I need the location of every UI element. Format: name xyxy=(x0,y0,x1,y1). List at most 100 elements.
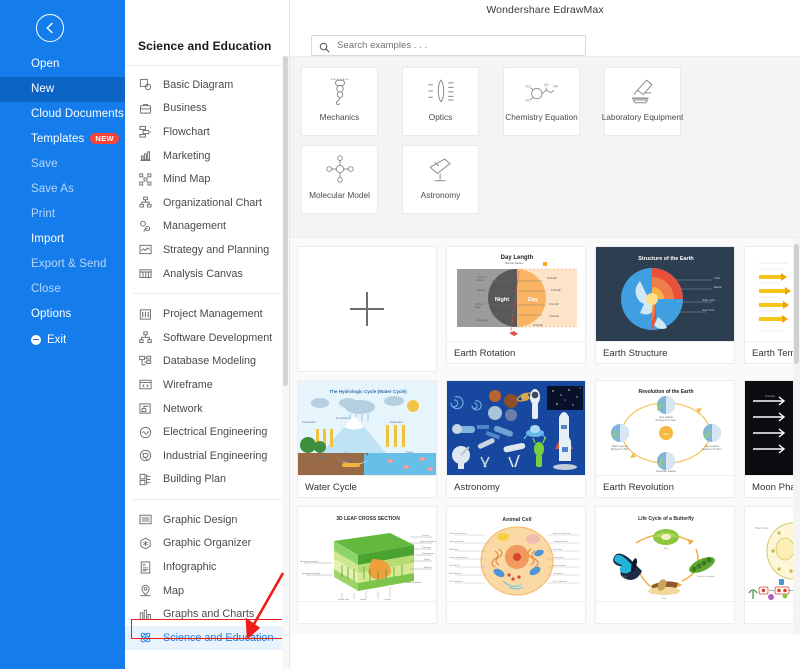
category-item-strategy-and-planning[interactable]: Strategy and Planning xyxy=(125,238,289,262)
search-box[interactable] xyxy=(311,35,586,56)
search-input[interactable] xyxy=(337,40,567,51)
rail-item-label: Export & Send xyxy=(31,258,107,270)
category-item-organizational-chart[interactable]: Organizational Chart xyxy=(125,191,289,215)
template-card-earth-rotation[interactable]: Day Length Night Day Circle of Illumin. … xyxy=(446,246,586,364)
template-card-plant-cell[interactable]: Cell Structure Plant Cell xyxy=(744,506,800,624)
category-item-graphic-design[interactable]: Graphic Design xyxy=(125,508,289,532)
image-icon xyxy=(138,513,152,527)
category-item-building-plan[interactable]: Building Plan xyxy=(125,468,289,492)
svg-text:Autumn in N. Hem.: Autumn in N. Hem. xyxy=(702,448,723,451)
atom-icon xyxy=(138,631,152,645)
template-card-earth-structure[interactable]: Structure of the Earth Crust Mantle Oute… xyxy=(595,246,735,364)
template-card-water-cycle[interactable]: The Hydrologic Cycle (Water Cycle) Trans… xyxy=(297,380,437,498)
svg-text:Transpiration: Transpiration xyxy=(302,421,317,424)
category-item-flowchart[interactable]: Flowchart xyxy=(125,120,289,144)
rail-item-save[interactable]: Save xyxy=(0,152,125,177)
subcategory-tile-laboratory-equipment[interactable]: Laboratory Equipment xyxy=(601,67,684,136)
template-card-earth-revolution[interactable]: Revolution of the Earth Sun June solstic… xyxy=(595,380,735,498)
template-thumbnail: The Hydrologic Cycle (Water Cycle) Trans… xyxy=(298,381,436,475)
template-card-leaf-cross-section[interactable]: 3D LEAF CROSS SECTION Cuticle Upper epid… xyxy=(297,506,437,624)
industrial-icon xyxy=(138,449,152,463)
category-item-infographic[interactable]: Infographic xyxy=(125,555,289,579)
category-item-management[interactable]: Management xyxy=(125,215,289,239)
category-item-label: Management xyxy=(163,220,227,233)
category-item-graphs-and-charts[interactable]: Graphs and Charts xyxy=(125,602,289,626)
gallery-row: Day Length Night Day Circle of Illumin. … xyxy=(297,246,800,372)
plus-icon xyxy=(350,292,384,326)
svg-text:Smooth ER: Smooth ER xyxy=(449,564,460,567)
svg-text:HO: HO xyxy=(525,98,530,102)
category-item-industrial-engineering[interactable]: Industrial Engineering xyxy=(125,444,289,468)
category-item-label: Strategy and Planning xyxy=(163,243,270,256)
new-blank-document-card[interactable] xyxy=(297,246,437,372)
category-item-network[interactable]: Network xyxy=(125,397,289,421)
svg-text:Microfilament: Microfilament xyxy=(449,572,462,575)
scrollbar-thumb[interactable] xyxy=(283,56,288,386)
category-item-marketing[interactable]: Marketing xyxy=(125,144,289,168)
category-item-project-management[interactable]: Project Management xyxy=(125,302,289,326)
rail-item-save-as[interactable]: Save As xyxy=(0,177,125,202)
template-card-astronomy[interactable]: Astronomy xyxy=(446,380,586,498)
rail-item-templates[interactable]: Templates NEW xyxy=(0,127,125,152)
svg-text:Precipitation: Precipitation xyxy=(336,417,350,420)
category-item-wireframe[interactable]: Wireframe xyxy=(125,373,289,397)
category-item-mind-map[interactable]: Mind Map xyxy=(125,167,289,191)
category-item-science-and-education[interactable]: Science and Education xyxy=(125,626,289,650)
category-panel-scrollbar[interactable] xyxy=(282,56,289,669)
template-card-moon-phase[interactable]: Sunlight Earth xyxy=(744,380,800,498)
rail-item-open[interactable]: Open xyxy=(0,52,125,77)
rail-item-export-and-send[interactable]: Export & Send xyxy=(0,252,125,277)
bar-chart-icon xyxy=(138,149,152,163)
subcategory-tile-molecular-model[interactable]: Molecular Model xyxy=(301,145,378,214)
svg-text:Night: Night xyxy=(475,306,481,309)
svg-text:Sun: Sun xyxy=(663,432,669,436)
svg-text:Free Ribosome: Free Ribosome xyxy=(553,580,568,583)
svg-text:Evaporation: Evaporation xyxy=(390,421,403,424)
subcategory-tile-label: Laboratory Equipment xyxy=(601,112,684,122)
subcategory-tile-optics[interactable]: Optics xyxy=(402,67,479,136)
canvas-icon xyxy=(138,267,152,281)
svg-text:Crust: Crust xyxy=(714,276,720,280)
rail-item-close[interactable]: Close xyxy=(0,277,125,302)
subcategory-tile-mechanics[interactable]: Mechanics xyxy=(301,67,378,136)
svg-text:Equator: Equator xyxy=(477,289,486,292)
gallery-scrollbar[interactable] xyxy=(793,238,800,635)
molecular-model-icon xyxy=(302,146,377,191)
svg-text:Cuticle: Cuticle xyxy=(422,534,429,537)
template-card-earth-temperature[interactable]: Earth Tempe xyxy=(744,246,800,364)
category-item-software-development[interactable]: Software Development xyxy=(125,326,289,350)
template-card-title xyxy=(298,601,436,623)
scrollbar-thumb[interactable] xyxy=(794,244,799,364)
category-item-analysis-canvas[interactable]: Analysis Canvas xyxy=(125,262,289,286)
category-item-electrical-engineering[interactable]: Electrical Engineering xyxy=(125,420,289,444)
template-card-animal-cell[interactable]: Animal Cell Plasma membrane Golgi appara… xyxy=(446,506,586,624)
rail-item-label: Cloud Documents xyxy=(31,108,124,120)
gallery-row: The Hydrologic Cycle (Water Cycle) Trans… xyxy=(297,380,800,498)
subcategory-tile-astronomy[interactable]: Astronomy xyxy=(402,145,479,214)
back-arrow-icon[interactable] xyxy=(36,14,64,42)
rail-item-options[interactable]: Options xyxy=(0,302,125,327)
category-item-graphic-organizer[interactable]: Graphic Organizer xyxy=(125,532,289,556)
category-item-label: Analysis Canvas xyxy=(163,267,243,280)
category-item-label: Building Plan xyxy=(163,473,227,486)
category-item-map[interactable]: Map xyxy=(125,579,289,603)
graphs-icon xyxy=(138,607,152,621)
rail-item-import[interactable]: Import xyxy=(0,227,125,252)
svg-text:Day Length: Day Length xyxy=(501,255,534,261)
svg-text:Inner Core: Inner Core xyxy=(702,308,715,312)
rail-item-print[interactable]: Print xyxy=(0,202,125,227)
svg-text:Of Zenith: Of Zenith xyxy=(547,277,558,280)
category-group-3: Graphic Design Graphic Organizer Infogra… xyxy=(125,508,289,650)
svg-text:Day: Day xyxy=(528,297,539,303)
category-item-business[interactable]: Business xyxy=(125,97,289,121)
pulley-icon xyxy=(302,68,377,113)
template-card-butterfly-life-cycle[interactable]: Life Cycle of a Butterfly Egg Larva or c… xyxy=(595,506,735,624)
subcategory-tile-chemistry-equation[interactable]: HO HO OH NH Chemistry Equation xyxy=(503,67,580,136)
category-item-database-modeling[interactable]: Database Modeling xyxy=(125,350,289,374)
rail-item-new[interactable]: New xyxy=(0,77,125,102)
rail-item-cloud-documents[interactable]: Cloud Documents xyxy=(0,102,125,127)
template-thumbnail xyxy=(745,247,800,341)
category-item-basic-diagram[interactable]: Basic Diagram xyxy=(125,73,289,97)
rail-item-exit[interactable]: Exit xyxy=(0,327,125,352)
category-item-label: Software Development xyxy=(163,331,273,344)
